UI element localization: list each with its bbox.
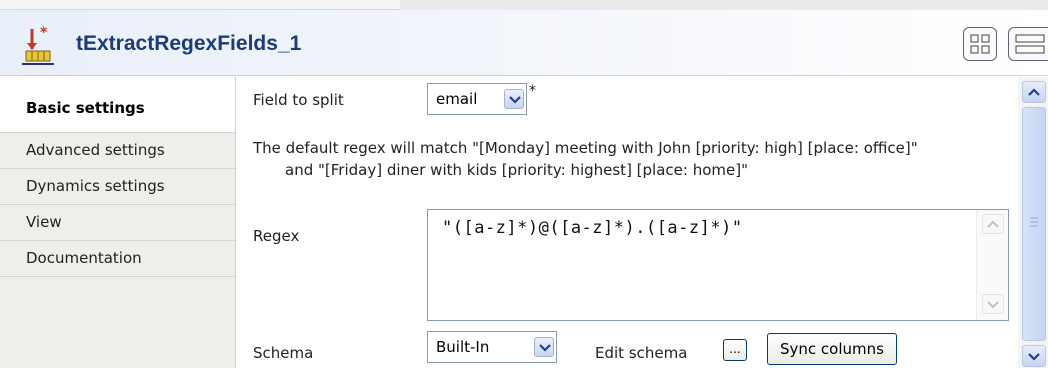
scroll-down-icon[interactable] (982, 294, 1004, 314)
sidebar-item-dynamics-settings[interactable]: Dynamics settings (0, 169, 235, 205)
default-regex-info: The default regex will match "[Monday] m… (253, 137, 1023, 181)
sidebar-item-documentation[interactable]: Documentation (0, 241, 235, 277)
schema-value: Built-In (436, 338, 490, 356)
field-to-split-label: Field to split (253, 91, 344, 109)
stacked-layout-icon[interactable] (1008, 27, 1048, 61)
edit-schema-label: Edit schema (595, 344, 688, 362)
scroll-down-icon[interactable] (1022, 345, 1046, 367)
chevron-down-icon[interactable] (504, 89, 524, 109)
sync-columns-button[interactable]: Sync columns (767, 333, 897, 365)
scroll-up-icon[interactable] (1022, 81, 1046, 103)
tab-edge (0, 0, 400, 10)
field-to-split-value: email (436, 90, 478, 108)
panel-scrollbar[interactable] (1018, 77, 1048, 368)
info-line-1: The default regex will match "[Monday] m… (253, 139, 918, 157)
sidebar-item-view[interactable]: View (0, 205, 235, 241)
settings-sidebar: Basic settings Advanced settings Dynamic… (0, 77, 236, 368)
schema-label: Schema (253, 344, 314, 362)
two-column-layout-icon[interactable] (963, 27, 997, 61)
scroll-up-icon[interactable] (982, 214, 1004, 234)
top-tab-strip (0, 0, 1048, 10)
svg-text:*: * (40, 25, 48, 41)
edit-schema-button[interactable]: ... (723, 339, 747, 361)
schema-select[interactable]: Built-In (427, 331, 557, 363)
regex-value: "([a-z]*)@([a-z]*).([a-z]*)" (442, 218, 743, 238)
field-to-split-select[interactable]: email (427, 83, 527, 115)
info-line-2: and "[Friday] diner with kids [priority:… (285, 161, 748, 179)
basic-settings-panel: Field to split email * The default regex… (237, 77, 1017, 368)
regex-scrollbar[interactable] (976, 210, 1008, 320)
required-marker: * (529, 83, 536, 99)
component-header: * tExtractRegexFields_1 (0, 10, 1048, 76)
sidebar-item-basic-settings[interactable]: Basic settings (0, 77, 235, 133)
sidebar-item-advanced-settings[interactable]: Advanced settings (0, 133, 235, 169)
scroll-thumb[interactable] (1022, 107, 1046, 341)
regex-textarea[interactable]: "([a-z]*)@([a-z]*).([a-z]*)" (427, 209, 1009, 321)
extract-regex-component-icon: * (20, 23, 58, 67)
regex-label: Regex (253, 227, 300, 245)
component-title: tExtractRegexFields_1 (76, 32, 302, 55)
chevron-down-icon[interactable] (534, 337, 554, 357)
